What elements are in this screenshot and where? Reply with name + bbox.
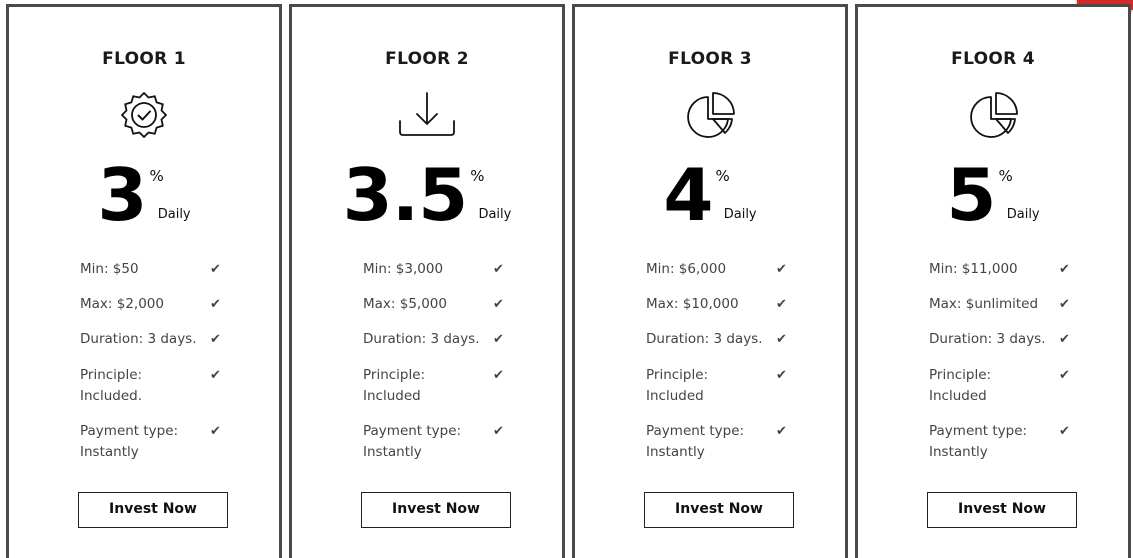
download-icon — [395, 87, 459, 147]
plan-title: FLOOR 4 — [951, 49, 1035, 69]
pie-chart-icon — [678, 87, 742, 147]
feature-duration: Duration: 3 days. ✔ — [646, 329, 806, 350]
check-icon: ✔ — [776, 262, 787, 277]
rate-period: Daily — [157, 207, 191, 222]
plan-card-floor-1: FLOOR 1 3 % Daily Min: $50 ✔ Max: $2,000 ✔ D… — [6, 4, 282, 558]
check-icon: ✔ — [493, 368, 504, 383]
check-icon: ✔ — [210, 368, 221, 383]
rate-period: Daily — [723, 207, 757, 222]
check-icon: ✔ — [776, 332, 787, 347]
rate-value: 5 — [946, 153, 996, 237]
percent-sign: % — [715, 167, 730, 185]
feature-max: Max: $5,000 ✔ — [363, 294, 523, 315]
check-icon: ✔ — [493, 332, 504, 347]
check-icon: ✔ — [776, 297, 787, 312]
pricing-section: FLOOR 1 3 % Daily Min: $50 ✔ Max: $2,000 ✔ D… — [0, 0, 1133, 558]
check-icon: ✔ — [210, 332, 221, 347]
check-icon: ✔ — [1059, 332, 1070, 347]
pie-chart-icon — [961, 87, 1025, 147]
check-icon: ✔ — [493, 297, 504, 312]
check-icon: ✔ — [1059, 424, 1070, 439]
percent-sign: % — [998, 167, 1013, 185]
plan-card-floor-4: FLOOR 4 5 % Daily Min: $11,000 ✔ Max: $unli… — [855, 4, 1131, 558]
rate-period: Daily — [478, 207, 512, 222]
plan-title: FLOOR 3 — [668, 49, 752, 69]
plan-title: FLOOR 2 — [385, 49, 469, 69]
invest-now-button[interactable]: Invest Now — [644, 492, 794, 528]
invest-now-button[interactable]: Invest Now — [78, 492, 228, 528]
check-icon: ✔ — [210, 424, 221, 439]
feature-max: Max: $10,000 ✔ — [646, 294, 806, 315]
feature-principle: Principle: Included ✔ — [363, 367, 504, 404]
daily-rate: 5 % Daily — [858, 155, 1128, 235]
rate-value: 3 — [97, 153, 147, 237]
feature-max: Max: $2,000 ✔ — [80, 294, 240, 315]
daily-rate: 3.5 % Daily — [292, 155, 562, 235]
percent-sign: % — [470, 167, 485, 185]
check-icon: ✔ — [1059, 297, 1070, 312]
check-icon: ✔ — [210, 262, 221, 277]
feature-principle: Principle: Included ✔ — [929, 367, 1070, 404]
check-icon: ✔ — [1059, 262, 1070, 277]
feature-payment-type: Payment type: Instantly ✔ — [363, 423, 504, 460]
feature-duration: Duration: 3 days. ✔ — [929, 329, 1089, 350]
check-icon: ✔ — [776, 424, 787, 439]
plan-card-floor-3: FLOOR 3 4 % Daily Min: $6,000 ✔ Max: $10,00… — [572, 4, 848, 558]
plan-title: FLOOR 1 — [102, 49, 186, 69]
feature-payment-type: Payment type: Instantly ✔ — [80, 423, 221, 460]
invest-now-button[interactable]: Invest Now — [927, 492, 1077, 528]
feature-payment-type: Payment type: Instantly ✔ — [646, 423, 787, 460]
feature-min: Min: $3,000 ✔ — [363, 259, 523, 280]
invest-now-button[interactable]: Invest Now — [361, 492, 511, 528]
feature-max: Max: $unlimited ✔ — [929, 294, 1089, 315]
feature-min: Min: $50 ✔ — [80, 259, 240, 280]
check-icon: ✔ — [493, 424, 504, 439]
check-icon: ✔ — [210, 297, 221, 312]
daily-rate: 3 % Daily — [9, 155, 279, 235]
rate-value: 4 — [663, 153, 713, 237]
feature-min: Min: $6,000 ✔ — [646, 259, 806, 280]
feature-principle: Principle: Included ✔ — [646, 367, 787, 404]
feature-payment-type: Payment type: Instantly ✔ — [929, 423, 1070, 460]
feature-principle: Principle: Included. ✔ — [80, 367, 221, 404]
feature-duration: Duration: 3 days. ✔ — [80, 329, 240, 350]
daily-rate: 4 % Daily — [575, 155, 845, 235]
plan-card-floor-2: FLOOR 2 3.5 % Daily Min: $3,000 ✔ Max: $5,0… — [289, 4, 565, 558]
rate-period: Daily — [1006, 207, 1040, 222]
check-icon: ✔ — [1059, 368, 1070, 383]
rate-value: 3.5 — [342, 153, 469, 237]
check-icon: ✔ — [493, 262, 504, 277]
percent-sign: % — [149, 167, 164, 185]
feature-duration: Duration: 3 days. ✔ — [363, 329, 523, 350]
feature-min: Min: $11,000 ✔ — [929, 259, 1089, 280]
badge-check-icon — [112, 87, 176, 147]
check-icon: ✔ — [776, 368, 787, 383]
